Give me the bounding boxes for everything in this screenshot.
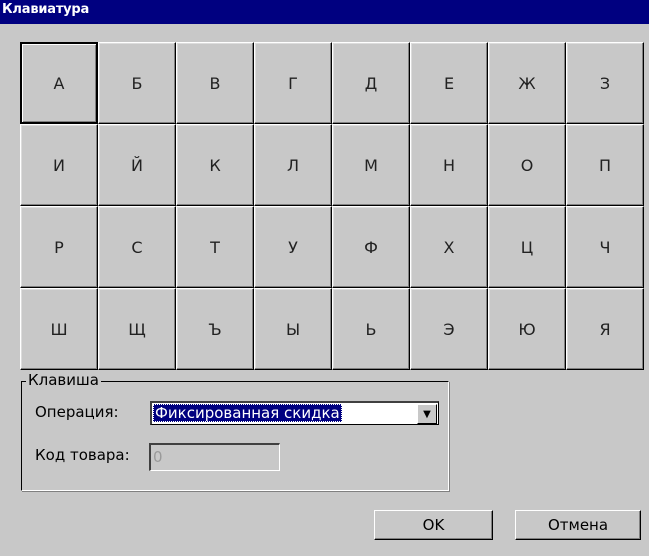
key-button[interactable]: М <box>332 124 410 206</box>
key-button[interactable]: А <box>20 42 98 124</box>
cancel-button[interactable]: Отмена <box>515 510 641 540</box>
key-button[interactable]: Т <box>176 206 254 288</box>
key-button[interactable]: Е <box>410 42 488 124</box>
key-button[interactable]: Ь <box>332 288 410 370</box>
key-button[interactable]: Я <box>566 288 644 370</box>
key-button[interactable]: К <box>176 124 254 206</box>
key-button[interactable]: Р <box>20 206 98 288</box>
key-button[interactable]: Л <box>254 124 332 206</box>
key-button[interactable]: Ъ <box>176 288 254 370</box>
key-button[interactable]: Ж <box>488 42 566 124</box>
key-button[interactable]: И <box>20 124 98 206</box>
key-button[interactable]: Ч <box>566 206 644 288</box>
product-code-label: Код товара: <box>35 446 130 464</box>
key-button[interactable]: Ю <box>488 288 566 370</box>
letter-keyboard-grid: АБВГДЕЖЗ ИЙКЛМНОП РСТУФХЦЧ ШЩЪЫЬЭЮЯ <box>20 42 644 370</box>
key-button[interactable]: В <box>176 42 254 124</box>
key-button[interactable]: Ф <box>332 206 410 288</box>
window-title: Клавиатура <box>2 2 90 17</box>
key-button[interactable]: Й <box>98 124 176 206</box>
key-button[interactable]: У <box>254 206 332 288</box>
key-button[interactable]: П <box>566 124 644 206</box>
key-button[interactable]: Ш <box>20 288 98 370</box>
operation-select[interactable]: Фиксированная скидка ▼ <box>150 401 439 425</box>
product-code-field[interactable]: 0 <box>149 443 280 471</box>
title-bar[interactable]: Клавиатура <box>0 0 649 24</box>
operation-label: Операция: <box>35 403 119 421</box>
key-button[interactable]: Б <box>98 42 176 124</box>
key-button[interactable]: Г <box>254 42 332 124</box>
key-button[interactable]: О <box>488 124 566 206</box>
key-button[interactable]: Д <box>332 42 410 124</box>
key-button[interactable]: Ы <box>254 288 332 370</box>
key-group-legend: Клавиша <box>26 371 101 389</box>
key-button[interactable]: Н <box>410 124 488 206</box>
key-groupbox: Клавиша <box>21 371 449 491</box>
key-button[interactable]: Э <box>410 288 488 370</box>
key-button[interactable]: Щ <box>98 288 176 370</box>
key-button[interactable]: Ц <box>488 206 566 288</box>
key-button[interactable]: З <box>566 42 644 124</box>
key-button[interactable]: С <box>98 206 176 288</box>
operation-selected-value: Фиксированная скидка <box>153 404 342 422</box>
key-button[interactable]: Х <box>410 206 488 288</box>
chevron-down-icon[interactable]: ▼ <box>417 404 437 424</box>
ok-button[interactable]: OK <box>374 510 493 540</box>
